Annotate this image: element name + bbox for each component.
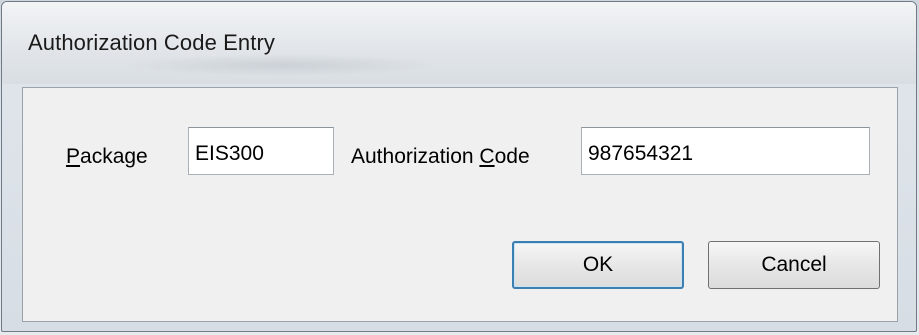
authorization-code-label-mnemonic: C bbox=[479, 145, 495, 168]
ok-button[interactable]: OK bbox=[512, 241, 684, 289]
authorization-code-label: Authorization Code bbox=[351, 145, 530, 169]
dialog-title: Authorization Code Entry bbox=[28, 30, 275, 55]
cancel-button[interactable]: Cancel bbox=[708, 241, 880, 289]
authorization-code-label-prefix: Authorization bbox=[351, 145, 480, 168]
title-bar[interactable]: Authorization Code Entry bbox=[2, 2, 916, 84]
authorization-dialog: Authorization Code Entry Package Authori… bbox=[1, 1, 917, 332]
package-label-rest: ackage bbox=[80, 145, 148, 168]
package-input[interactable] bbox=[188, 127, 334, 175]
authorization-code-label-rest: ode bbox=[494, 145, 530, 168]
package-label-mnemonic: P bbox=[66, 145, 81, 168]
dialog-client-area: Package Authorization Code OK Cancel bbox=[22, 87, 898, 322]
package-label: Package bbox=[66, 145, 148, 169]
authorization-code-input[interactable] bbox=[581, 127, 870, 175]
